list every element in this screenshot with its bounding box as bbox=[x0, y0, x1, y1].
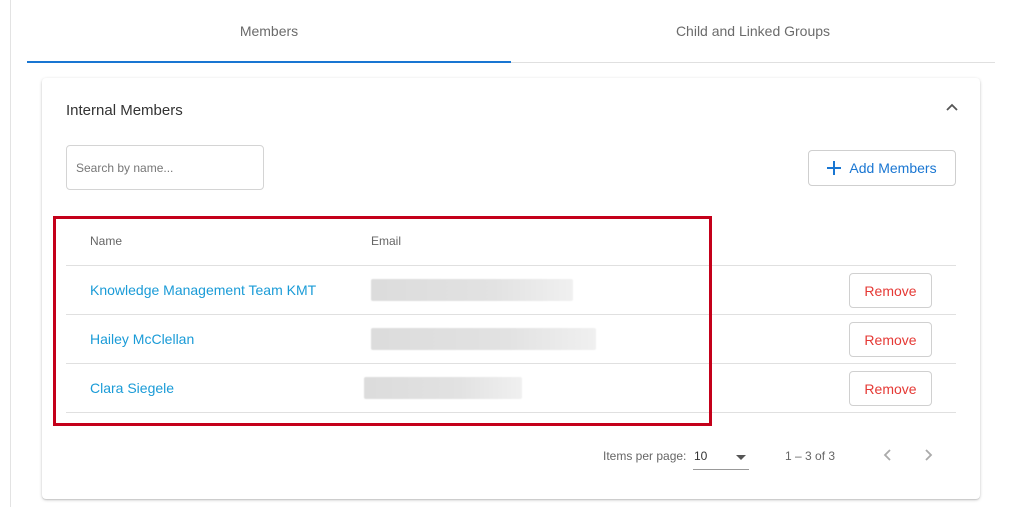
member-name-link[interactable]: Hailey McClellan bbox=[90, 331, 194, 347]
table-row: Knowledge Management Team KMT Remove bbox=[66, 266, 956, 315]
next-page-button[interactable] bbox=[916, 443, 940, 467]
items-per-page-label: Items per page: bbox=[603, 449, 687, 463]
previous-page-button[interactable] bbox=[876, 443, 900, 467]
items-per-page-select[interactable]: 10 bbox=[693, 444, 749, 470]
remove-button[interactable]: Remove bbox=[849, 322, 932, 357]
chevron-left-icon bbox=[883, 449, 891, 461]
member-name-link[interactable]: Knowledge Management Team KMT bbox=[90, 282, 316, 298]
members-table: Name Email Knowledge Management Team KMT… bbox=[66, 216, 956, 413]
paginator: Items per page: 10 1 – 3 of 3 bbox=[42, 440, 980, 470]
redacted-email bbox=[371, 279, 573, 301]
tab-bar: Members Child and Linked Groups bbox=[27, 0, 995, 63]
chevron-up-icon[interactable] bbox=[944, 100, 960, 116]
table-row: Clara Siegele Remove bbox=[66, 364, 956, 413]
plus-icon bbox=[827, 161, 842, 175]
internal-members-card: Internal Members Add Members Name Email … bbox=[42, 78, 980, 499]
add-members-button[interactable]: Add Members bbox=[808, 150, 956, 186]
tab-members[interactable]: Members bbox=[27, 0, 511, 63]
tab-child-linked-groups[interactable]: Child and Linked Groups bbox=[511, 0, 995, 62]
redacted-email bbox=[364, 377, 522, 399]
remove-button[interactable]: Remove bbox=[849, 273, 932, 308]
column-header-email: Email bbox=[371, 233, 402, 248]
search-input[interactable] bbox=[67, 146, 263, 189]
table-header: Name Email bbox=[66, 216, 956, 266]
member-name-link[interactable]: Clara Siegele bbox=[90, 380, 174, 396]
card-title: Internal Members bbox=[66, 102, 183, 119]
column-header-name: Name bbox=[90, 233, 123, 248]
add-members-label: Add Members bbox=[849, 160, 937, 176]
items-per-page-value: 10 bbox=[694, 449, 708, 463]
search-field[interactable] bbox=[66, 145, 264, 190]
page-range-label: 1 – 3 of 3 bbox=[785, 449, 836, 463]
caret-down-icon bbox=[736, 455, 746, 460]
redacted-email bbox=[371, 328, 596, 350]
table-row: Hailey McClellan Remove bbox=[66, 315, 956, 364]
remove-button[interactable]: Remove bbox=[849, 371, 932, 406]
chevron-right-icon bbox=[925, 449, 933, 461]
